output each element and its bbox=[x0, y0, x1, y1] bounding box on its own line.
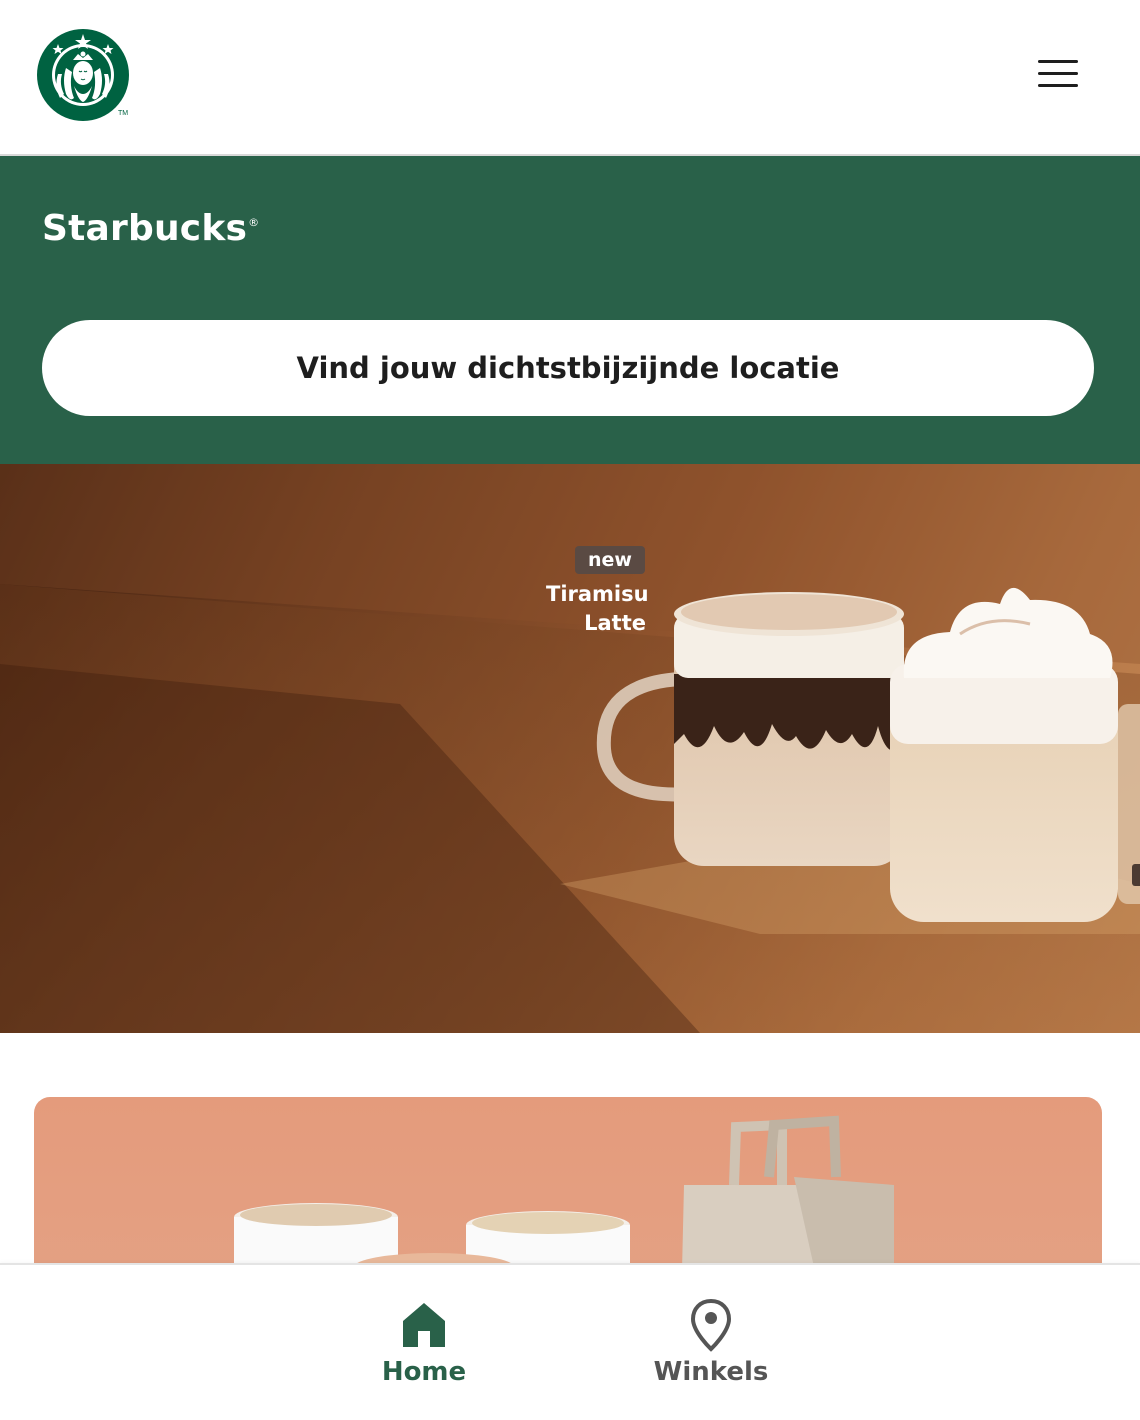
starbucks-logo[interactable]: TM bbox=[36, 28, 130, 122]
trademark-mark: TM bbox=[118, 110, 129, 117]
find-location-button[interactable]: Vind jouw dichtstbijzijnde locatie bbox=[42, 320, 1094, 416]
new-badge: new bbox=[575, 546, 645, 574]
bottom-tab-bar: Home Winkels bbox=[0, 1263, 1140, 1420]
tab-stores-label: Winkels bbox=[653, 1357, 769, 1387]
promo-banner-tiramisu-latte[interactable]: new Tiramisu Latte bbox=[0, 464, 1140, 1033]
tab-stores[interactable]: Winkels bbox=[631, 1295, 791, 1395]
app-header: TM bbox=[0, 0, 1140, 156]
tab-home-label: Home bbox=[381, 1357, 467, 1387]
location-pin-icon bbox=[690, 1298, 732, 1352]
tab-home[interactable]: Home bbox=[344, 1295, 504, 1395]
brand-title: Starbucks® bbox=[42, 208, 259, 249]
banner-image bbox=[0, 464, 1140, 1033]
registered-mark: ® bbox=[248, 216, 260, 229]
hero-section: Starbucks® Vind jouw dichtstbijzijnde lo… bbox=[0, 156, 1140, 464]
brand-name: Starbucks bbox=[42, 208, 248, 249]
hamburger-menu-icon[interactable] bbox=[1034, 56, 1082, 92]
home-icon bbox=[403, 1303, 445, 1347]
product-name-line-2: Latte bbox=[584, 611, 646, 635]
product-name-line-1: Tiramisu bbox=[546, 582, 649, 606]
